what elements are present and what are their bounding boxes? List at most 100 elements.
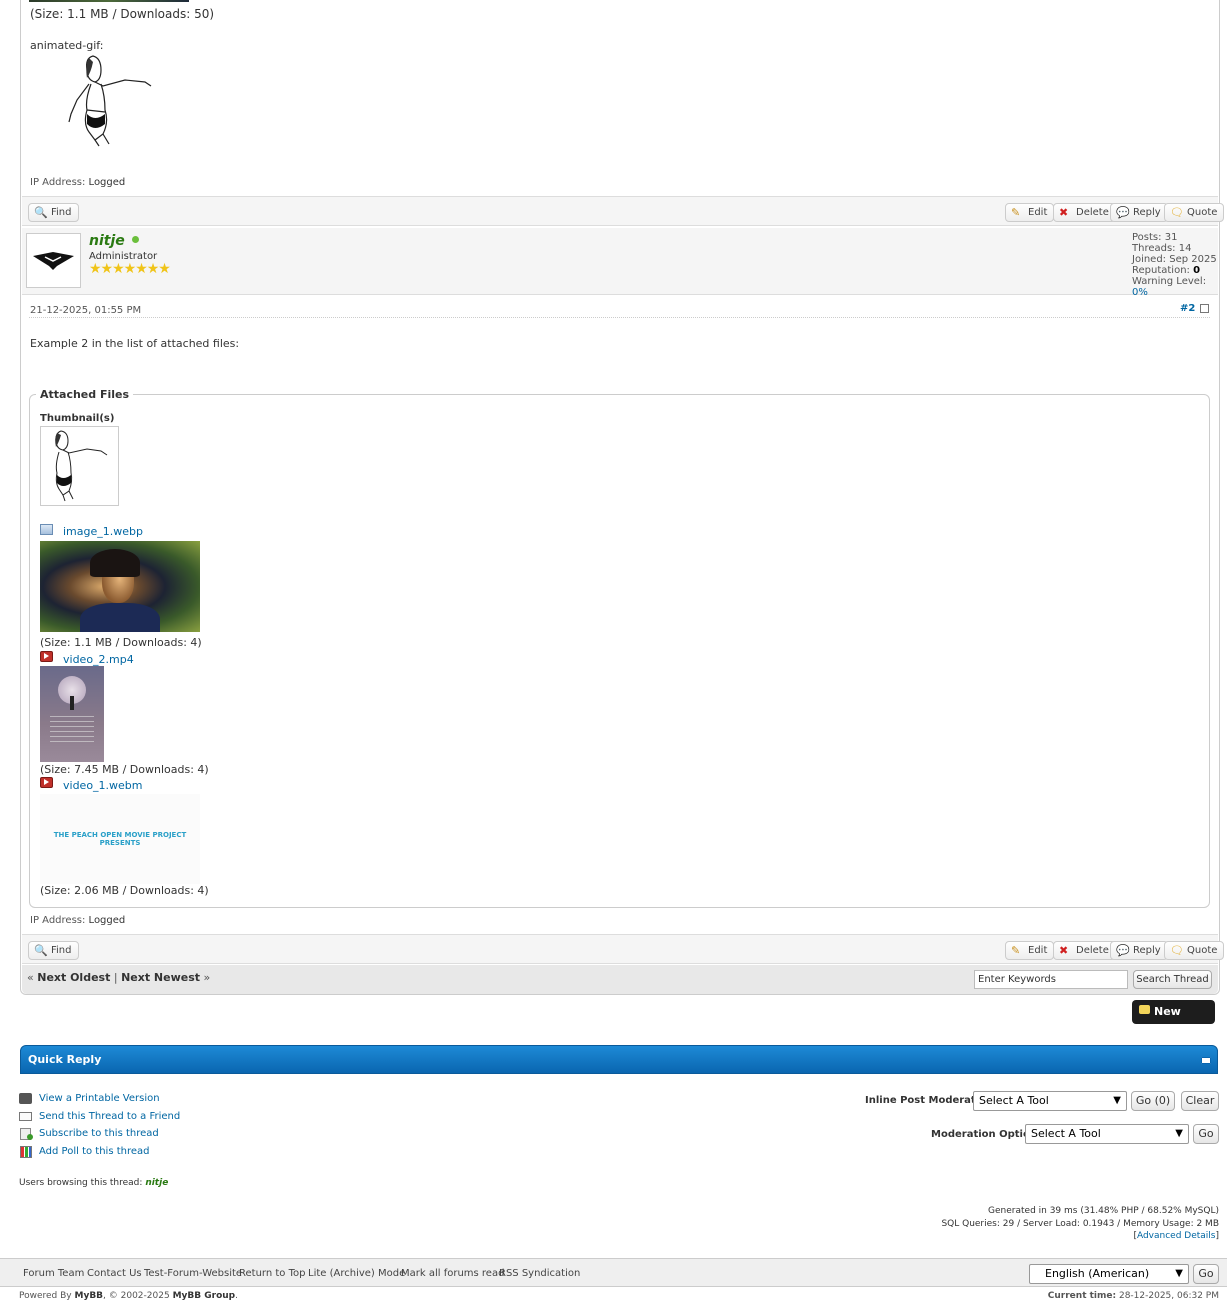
attachment-link-1[interactable]: image_1.webp (63, 525, 143, 538)
next-links: « Next Oldest | Next Newest » (27, 971, 211, 984)
language-go-button[interactable]: Go (1193, 1264, 1219, 1284)
post-select-checkbox[interactable] (1200, 304, 1209, 313)
tool-send: Send this Thread to a Friend (19, 1108, 180, 1126)
attachment-size-2: (Size: 7.45 MB / Downloads: 4) (40, 763, 209, 776)
post2-actions-bar: 🔍 Find ✎ Edit ✖ Delete 💬 Reply 🗨 Quote (22, 934, 1225, 964)
printable-version-link[interactable]: View a Printable Version (39, 1093, 160, 1104)
speech-bubble-icon (1139, 1005, 1150, 1014)
attachment-image-2[interactable] (40, 666, 104, 762)
chevron-down-icon: ▼ (1175, 1128, 1183, 1139)
stat-reputation: Reputation: 0 (1132, 265, 1201, 276)
thumbnails-label: Thumbnail(s) (40, 413, 115, 424)
ip-address-2: IP Address: Logged (30, 915, 126, 926)
printer-icon (19, 1093, 32, 1104)
inline-moderation-select[interactable]: Select A Tool ▼ (973, 1091, 1127, 1111)
avatar[interactable] (26, 233, 81, 288)
footer-link-lite-mode[interactable]: Lite (Archive) Mode (308, 1268, 405, 1279)
chevron-down-icon: ▼ (1175, 1268, 1183, 1279)
image-file-icon (40, 524, 53, 535)
reply-button[interactable]: 💬 Reply (1110, 203, 1168, 222)
moderation-go-button[interactable]: Go (1193, 1124, 1219, 1144)
attachment-image-3[interactable]: THE PEACH OPEN MOVIE PROJECT PRESENTS (40, 794, 200, 884)
clear-button[interactable]: Clear (1181, 1091, 1219, 1111)
debug-advanced: [Advanced Details] (1133, 1231, 1219, 1241)
quote-bubble-icon: 🗨 (1170, 944, 1184, 957)
stat-warning: Warning Level: 0% (1132, 276, 1207, 298)
moderation-options-select[interactable]: Select A Tool ▼ (1025, 1124, 1189, 1144)
reply-button[interactable]: 💬 Reply (1110, 941, 1168, 960)
attachment-size-3: (Size: 2.06 MB / Downloads: 4) (40, 884, 209, 897)
edit-button[interactable]: ✎ Edit (1005, 941, 1055, 960)
peach-title-text: THE PEACH OPEN MOVIE PROJECT PRESENTS (53, 831, 187, 847)
post-number-link[interactable]: #2 (1180, 303, 1195, 314)
delete-button[interactable]: ✖ Delete (1053, 203, 1116, 222)
find-button[interactable]: 🔍 Find (28, 941, 79, 960)
users-browsing: Users browsing this thread: nitje (19, 1178, 169, 1188)
pencil-icon: ✎ (1011, 206, 1021, 219)
post-author-bar: nitje Administrator ★★★★★★★ Posts: 31 Th… (22, 228, 1218, 298)
next-newest-link[interactable]: Next Newest (121, 971, 200, 984)
inline-go-button[interactable]: Go (0) (1131, 1091, 1175, 1111)
ip-address: IP Address: Logged (30, 177, 126, 188)
search-thread-button[interactable]: Search Thread (1133, 970, 1212, 989)
collapse-icon[interactable] (1201, 1057, 1211, 1064)
new-reply-button[interactable]: New Reply (1132, 1000, 1215, 1042)
post-date: 21-12-2025, 01:55 PM (30, 305, 142, 316)
thread-tools: View a Printable Version Send this Threa… (19, 1090, 180, 1160)
delete-button[interactable]: ✖ Delete (1053, 941, 1116, 960)
delete-x-icon: ✖ (1059, 944, 1069, 957)
thread-navigation-bar: « Next Oldest | Next Newest » Enter Keyw… (22, 965, 1218, 994)
mybb-link[interactable]: MyBB (75, 1291, 104, 1301)
browsing-user-link[interactable]: nitje (145, 1178, 168, 1188)
poster-text-lines-icon (50, 716, 94, 746)
subscribe-link[interactable]: Subscribe to this thread (39, 1128, 159, 1139)
debug-generated: Generated in 39 ms (31.48% PHP / 68.52% … (988, 1206, 1219, 1216)
thumbnail-sketch-icon (55, 430, 108, 502)
attached-files-legend: Attached Files (40, 388, 130, 401)
chevron-down-icon: ▼ (1113, 1095, 1121, 1106)
quote-button[interactable]: 🗨 Quote (1164, 941, 1225, 960)
footer-link-mark-read[interactable]: Mark all forums read (401, 1268, 504, 1279)
attachment-image-top (29, 0, 189, 2)
footer-link-forum-team[interactable]: Forum Team (23, 1268, 84, 1279)
quick-reply-bar[interactable]: Quick Reply (20, 1045, 1218, 1074)
avatar-logo-icon (33, 252, 74, 270)
gif-label: animated-gif: (30, 39, 104, 52)
debug-sql: SQL Queries: 29 / Server Load: 0.1943 / … (941, 1218, 1219, 1229)
add-poll-link[interactable]: Add Poll to this thread (39, 1146, 150, 1157)
magnifier-icon: 🔍 (34, 944, 48, 957)
attachment-row-2: video_2.mp4 (40, 651, 340, 666)
attachment-link-3[interactable]: video_1.webm (63, 779, 143, 792)
advanced-details-link[interactable]: Advanced Details (1137, 1231, 1216, 1241)
debug-info: Generated in 39 ms (31.48% PHP / 68.52% … (941, 1205, 1219, 1243)
post-divider (29, 317, 1210, 318)
attached-files-fieldset: Attached Files (29, 388, 1210, 908)
username-link[interactable]: nitje (89, 233, 125, 249)
attachment-row-3: video_1.webm (40, 777, 340, 792)
search-keywords-input[interactable]: Enter Keywords (974, 970, 1128, 989)
next-oldest-link[interactable]: Next Oldest (37, 971, 110, 984)
poll-chart-icon (20, 1145, 32, 1158)
find-button[interactable]: 🔍 Find (28, 203, 79, 222)
footer-link-website[interactable]: Test-Forum-Website (144, 1268, 242, 1279)
attachment-size-text: (Size: 1.1 MB / Downloads: 50) (30, 7, 215, 21)
attachment-link-2[interactable]: video_2.mp4 (63, 653, 134, 666)
footer-link-return-top[interactable]: Return to Top (239, 1268, 305, 1279)
footer-link-contact[interactable]: Contact Us (87, 1268, 142, 1279)
attachment-image-1[interactable] (40, 541, 200, 632)
username-row: nitje (89, 233, 139, 249)
current-time: Current time: 28-12-2025, 06:32 PM (1047, 1291, 1219, 1301)
stat-posts: Posts: 31 (1132, 232, 1178, 243)
send-friend-link[interactable]: Send this Thread to a Friend (39, 1111, 180, 1122)
thread-container: (Size: 1.1 MB / Downloads: 50) animated-… (20, 0, 1225, 995)
footer-link-rss[interactable]: RSS Syndication (499, 1268, 580, 1279)
language-select[interactable]: English (American) ▼ (1029, 1264, 1189, 1284)
post1-actions-bar: 🔍 Find ✎ Edit ✖ Delete 💬 Reply 🗨 Quote (22, 196, 1225, 226)
thumbnail-image[interactable] (40, 426, 119, 506)
copyright: Powered By MyBB, © 2002-2025 MyBB Group. (19, 1291, 238, 1301)
tool-subscribe: Subscribe to this thread (19, 1125, 180, 1143)
mybb-group-link[interactable]: MyBB Group (173, 1291, 236, 1301)
edit-button[interactable]: ✎ Edit (1005, 203, 1055, 222)
tool-poll: Add Poll to this thread (19, 1143, 180, 1161)
quote-button[interactable]: 🗨 Quote (1164, 203, 1225, 222)
